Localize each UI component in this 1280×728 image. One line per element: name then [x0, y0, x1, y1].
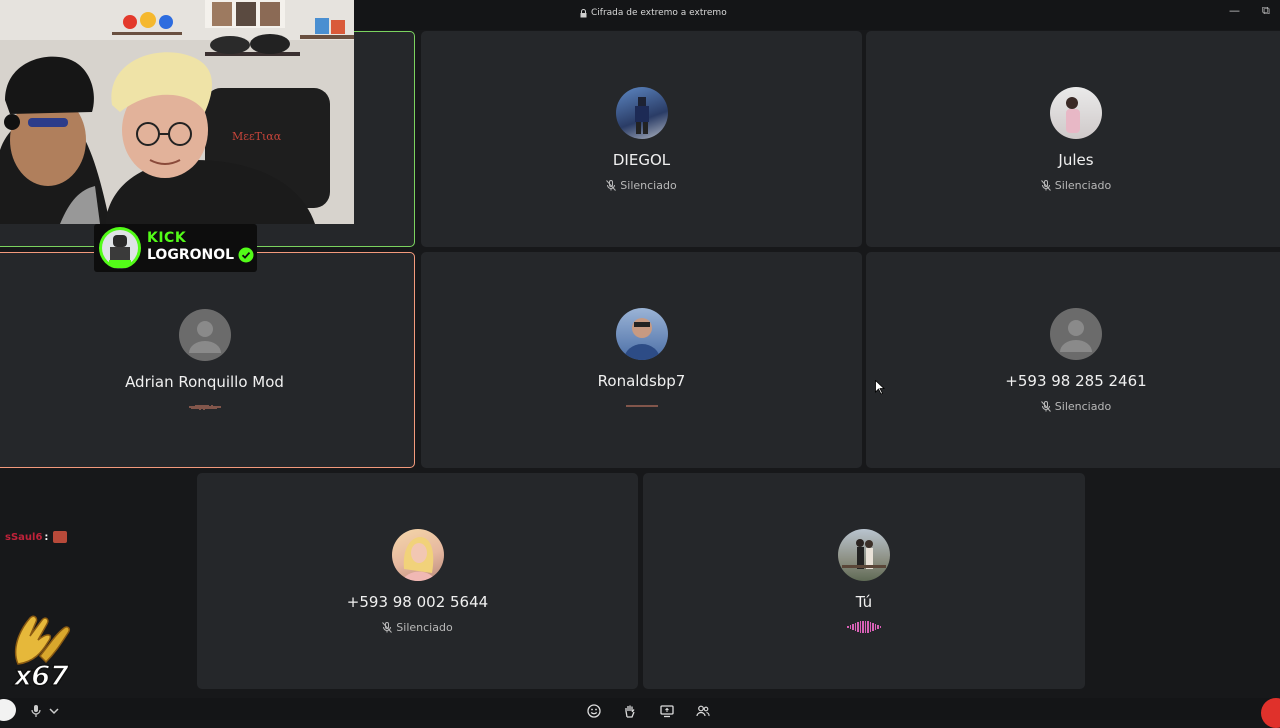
mic-muted-icon [382, 622, 393, 633]
participant-status: Silenciado [421, 179, 862, 192]
end-call-button[interactable] [1261, 698, 1280, 728]
participant-avatar [615, 87, 668, 139]
mic-muted-icon [606, 180, 617, 191]
participant-avatar [1050, 87, 1102, 139]
streamer-avatar [99, 227, 141, 269]
participant-name: +593 98 285 2461 [1005, 372, 1147, 390]
participant-avatar [391, 529, 444, 581]
audio-level-indicator [626, 399, 657, 413]
chat-emote-icon [53, 531, 68, 543]
mic-muted-icon [1040, 401, 1051, 412]
participant-status: Silenciado [197, 621, 638, 634]
participant-name: Ronaldsbp7 [597, 372, 686, 390]
raise-hand-icon[interactable] [623, 704, 637, 718]
participant-tile[interactable]: +593 98 002 5644 Silenciado [197, 473, 638, 689]
svg-text:ΜεεΤιαα: ΜεεΤιαα [232, 130, 282, 143]
clap-count: x67 [13, 659, 70, 693]
participant-tile-self[interactable]: Tú [643, 473, 1085, 689]
participant-name: Jules [1058, 151, 1094, 169]
participant-avatar [838, 529, 890, 581]
verified-badge-icon [238, 247, 254, 263]
audio-level-indicator [189, 400, 220, 414]
minimize-button[interactable]: — [1229, 4, 1240, 17]
bottom-toolbar [0, 698, 1280, 720]
kick-streamer-badge: KICK LOGRONOL [94, 224, 257, 272]
lock-icon [580, 8, 587, 17]
participant-name: DIEGOL [612, 151, 671, 169]
streamer-name: LOGRONOL [147, 247, 235, 263]
maximize-button[interactable]: ⧉ [1262, 4, 1270, 18]
participant-tile[interactable]: Adrian Ronquillo Mod [0, 252, 415, 468]
chat-message: sSaul6 : [5, 531, 68, 543]
participant-avatar [615, 308, 668, 360]
participant-tile[interactable]: Jules Silenciado [866, 31, 1280, 247]
participant-tile[interactable]: +593 98 285 2461 Silenciado [866, 252, 1280, 468]
mic-muted-icon [1040, 180, 1051, 191]
kick-logo-text: KICK [147, 230, 187, 246]
chat-separator: : [44, 531, 49, 543]
share-screen-icon[interactable] [660, 704, 674, 718]
default-avatar-icon [178, 309, 231, 361]
emoji-icon[interactable] [587, 704, 601, 718]
streamer-webcam-overlay: ΜεεΤιαα [0, 0, 354, 224]
audio-level-indicator [847, 620, 881, 634]
participant-name: +593 98 002 5644 [346, 593, 489, 611]
encryption-notice: Cifrada de extremo a extremo [580, 8, 727, 18]
participant-status: Silenciado [866, 400, 1280, 413]
mic-icon[interactable] [29, 704, 43, 718]
default-avatar-icon [1050, 308, 1102, 360]
participant-tile[interactable]: DIEGOL Silenciado [421, 31, 862, 247]
participant-status: Silenciado [866, 179, 1280, 192]
mouse-cursor-icon [875, 380, 885, 395]
participant-tile[interactable]: Ronaldsbp7 [421, 252, 862, 468]
chevron-down-icon[interactable] [47, 704, 61, 718]
participant-name: Tú [855, 593, 873, 611]
people-icon[interactable] [696, 704, 710, 718]
encryption-label: Cifrada de extremo a extremo [591, 8, 727, 18]
participant-name: Adrian Ronquillo Mod [125, 373, 284, 391]
chat-username: sSaul6 [5, 531, 43, 543]
